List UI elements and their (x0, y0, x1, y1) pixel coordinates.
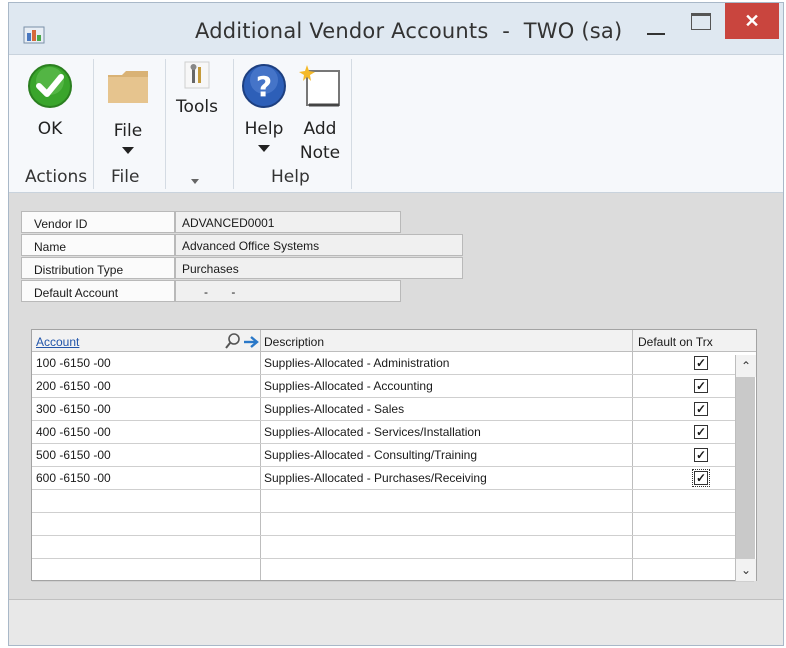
close-button[interactable]: ✕ (725, 3, 779, 39)
title-bar: Additional Vendor Accounts - TWO (sa) ✕ (9, 3, 783, 55)
chevron-down-icon (258, 145, 270, 152)
column-header-description[interactable]: Description (264, 335, 324, 349)
vendor-header: Vendor ID ADVANCED0001 Name Advanced Off… (21, 211, 781, 309)
accounts-grid: Account Description Default on Trx 100 -… (31, 329, 757, 582)
name-label: Name (21, 234, 175, 256)
minimize-button[interactable] (635, 3, 675, 43)
ok-label: OK (37, 119, 63, 139)
default-on-trx-checkbox[interactable]: ✓ (694, 356, 708, 370)
scroll-up-button[interactable]: ⌃ (736, 355, 756, 377)
help-button[interactable]: ? Help (237, 63, 291, 152)
description-cell: Supplies-Allocated - Services/Installati… (264, 425, 481, 439)
ribbon-separator (233, 59, 234, 189)
column-header-account[interactable]: Account (36, 335, 79, 349)
help-label: Help (244, 119, 284, 139)
tools-label: Tools (176, 97, 218, 117)
ok-checkmark-icon (28, 64, 72, 108)
table-row[interactable]: 400 -6150 -00 Supplies-Allocated - Servic… (32, 421, 754, 444)
file-label: File (113, 121, 143, 141)
group-label-file: File (111, 167, 140, 187)
grid-header: Account Description Default on Trx (32, 330, 756, 352)
ribbon-separator (93, 59, 94, 189)
tools-icon (184, 61, 210, 89)
default-on-trx-checkbox[interactable]: ✓ (694, 425, 708, 439)
add-note-label-1: Add (303, 119, 337, 139)
group-label-actions: Actions (25, 167, 88, 187)
default-on-trx-checkbox[interactable]: ✓ (694, 402, 708, 416)
table-row[interactable]: 100 -6150 -00 Supplies-Allocated - Admini… (32, 352, 754, 375)
table-row[interactable]: 500 -6150 -00 Supplies-Allocated - Consul… (32, 444, 754, 467)
description-cell: Supplies-Allocated - Administration (264, 356, 450, 370)
table-row[interactable] (32, 559, 754, 582)
arrow-right-icon[interactable] (242, 334, 260, 350)
app-icon (23, 26, 45, 44)
table-row[interactable] (32, 490, 754, 513)
folder-icon (108, 71, 148, 103)
description-cell: Supplies-Allocated - Sales (264, 402, 405, 416)
tools-button[interactable]: Tools (169, 61, 225, 119)
table-row[interactable] (32, 513, 754, 536)
help-icon: ? (242, 64, 286, 108)
default-account-label: Default Account (21, 280, 175, 302)
description-cell: Supplies-Allocated - Accounting (264, 379, 433, 393)
distribution-type-field[interactable]: Purchases (175, 257, 463, 279)
column-header-default-on-trx[interactable]: Default on Trx (638, 335, 713, 349)
account-cell[interactable]: 500 -6150 -00 (36, 448, 111, 462)
description-cell: Supplies-Allocated - Purchases/Receiving (264, 471, 487, 485)
default-on-trx-checkbox[interactable]: ✓ (694, 448, 708, 462)
vendor-id-field[interactable]: ADVANCED0001 (175, 211, 401, 233)
name-field[interactable]: Advanced Office Systems (175, 234, 463, 256)
distribution-type-label: Distribution Type (21, 257, 175, 279)
ribbon-separator (351, 59, 352, 189)
maximize-button[interactable] (679, 3, 719, 43)
default-account-field[interactable]: - - (175, 280, 401, 302)
window: Additional Vendor Accounts - TWO (sa) ✕ … (8, 2, 784, 646)
status-bar (9, 599, 783, 645)
table-row[interactable] (32, 536, 754, 559)
scroll-down-button[interactable]: ⌄ (736, 559, 756, 581)
grid-scrollbar[interactable]: ⌃ ⌄ (735, 355, 756, 581)
tools-dropdown-icon[interactable] (191, 179, 199, 184)
account-cell[interactable]: 100 -6150 -00 (36, 356, 111, 370)
ribbon: OK File Tools ? Help Add Note Actions Fi… (9, 55, 783, 193)
add-note-label-2: Note (299, 143, 341, 163)
account-cell[interactable]: 400 -6150 -00 (36, 425, 111, 439)
account-cell[interactable]: 200 -6150 -00 (36, 379, 111, 393)
chevron-down-icon (122, 147, 134, 154)
vendor-id-label: Vendor ID (21, 211, 175, 233)
account-cell[interactable]: 600 -6150 -00 (36, 471, 111, 485)
default-on-trx-checkbox[interactable]: ✓ (692, 469, 710, 487)
table-row[interactable]: 600 -6150 -00 Supplies-Allocated - Purcha… (32, 467, 754, 490)
lookup-magnifier-icon[interactable] (224, 332, 242, 350)
ribbon-separator (165, 59, 166, 189)
window-title: Additional Vendor Accounts - TWO (sa) (195, 19, 623, 43)
file-button[interactable]: File (103, 65, 153, 154)
description-cell: Supplies-Allocated - Consulting/Training (264, 448, 477, 462)
default-on-trx-checkbox[interactable]: ✓ (694, 379, 708, 393)
ok-button[interactable]: OK (23, 63, 77, 141)
add-note-button[interactable]: Add Note (295, 63, 345, 165)
table-row[interactable]: 200 -6150 -00 Supplies-Allocated - Accoun… (32, 375, 754, 398)
group-label-help: Help (271, 167, 310, 187)
note-icon (299, 65, 340, 107)
svg-text:?: ? (256, 70, 272, 103)
account-cell[interactable]: 300 -6150 -00 (36, 402, 111, 416)
table-row[interactable]: 300 -6150 -00 Supplies-Allocated - Sales ✓ (32, 398, 754, 421)
